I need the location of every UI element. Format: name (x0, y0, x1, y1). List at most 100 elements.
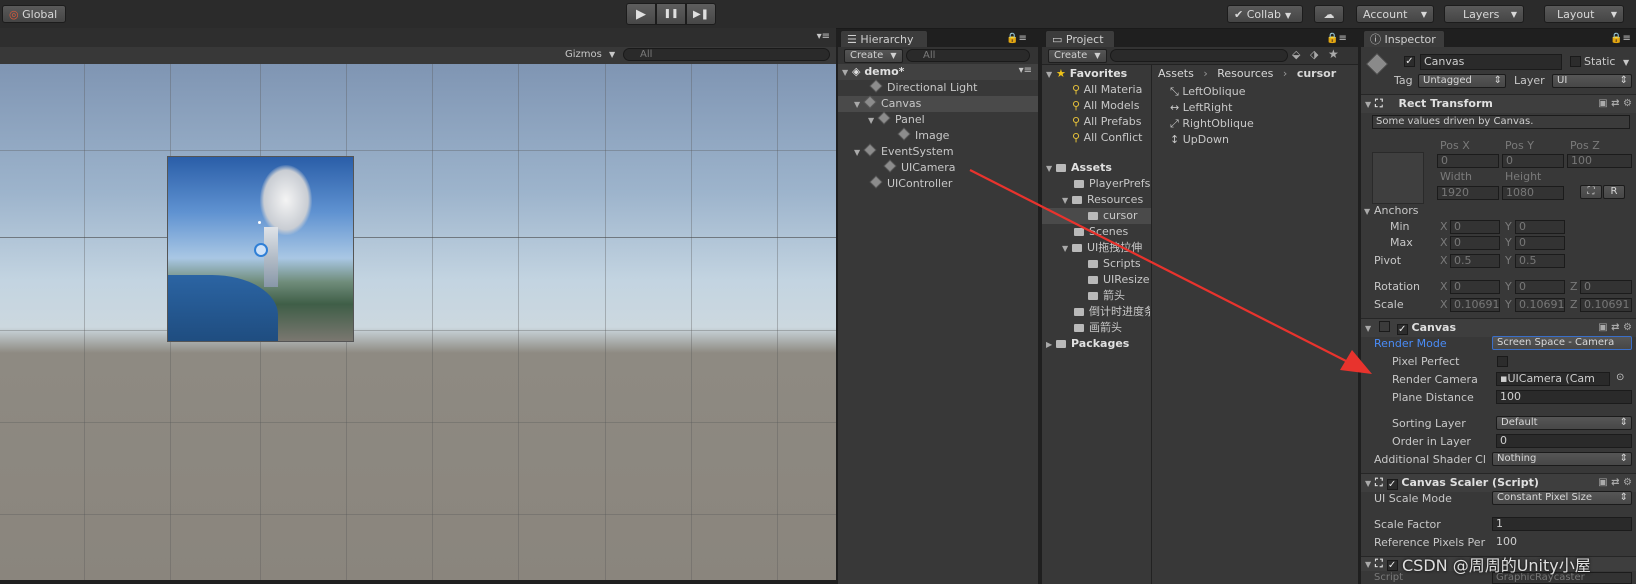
project-create-button[interactable]: Create ▼ (1048, 49, 1107, 63)
breadcrumb-resources[interactable]: Resources (1217, 67, 1273, 80)
layout-dropdown[interactable]: Layout ▼ (1544, 5, 1624, 23)
layer-dropdown[interactable]: UI ⇕ (1552, 74, 1632, 88)
favorite-item[interactable]: ⚲ All Models (1072, 98, 1139, 114)
scene-header-row[interactable]: ▼ ◈ demo* ▾≡ (838, 64, 1038, 80)
scale-factor-field[interactable]: 1 (1492, 517, 1632, 531)
ref-pixels-label: Reference Pixels Per (1374, 536, 1486, 549)
favorite-item[interactable]: ⚲ All Conflict (1072, 130, 1150, 146)
plane-distance-field[interactable]: 100 (1496, 390, 1632, 404)
favorite-item[interactable]: ⚲ All Materia (1072, 82, 1142, 98)
shader-channels-dropdown[interactable]: Nothing ⇕ (1492, 452, 1632, 466)
pixel-perfect-checkbox[interactable] (1497, 356, 1508, 367)
folder-item-draw-arrow[interactable]: 画箭头 (1074, 320, 1122, 336)
render-mode-dropdown[interactable]: Screen Space - Camera (1492, 336, 1632, 350)
filter-type-icon[interactable]: ⬙ (1292, 48, 1300, 61)
account-dropdown[interactable]: Account ▼ (1356, 5, 1434, 23)
object-name-input[interactable]: Canvas (1420, 54, 1562, 70)
canvas-enabled-checkbox[interactable]: ✓ (1396, 324, 1408, 335)
hierarchy-item-uicontroller[interactable]: UIController (869, 175, 952, 192)
canvas-scaler-enabled-checkbox[interactable]: ✓ (1386, 479, 1398, 490)
pause-button[interactable]: ❚❚ (656, 3, 686, 25)
label-filter-icon[interactable]: ⬗ (1310, 48, 1318, 61)
search-icon: ⚲ (1072, 99, 1081, 112)
file-item-rightoblique[interactable]: ⤢ RightOblique (1170, 116, 1254, 132)
ui-scale-mode-dropdown[interactable]: Constant Pixel Size ⇕ (1492, 491, 1632, 505)
pixel-perfect-label: Pixel Perfect (1392, 355, 1460, 368)
file-item-updown[interactable]: ↕ UpDown (1170, 132, 1229, 148)
tab-project[interactable]: ▭ Project (1045, 30, 1115, 48)
collab-dropdown[interactable]: ✔ Collab ▼ (1227, 5, 1303, 23)
scene-menu-icon[interactable]: ▾≡ (1019, 65, 1032, 76)
main-toolbar: ◎ Global ▶ ❚❚ ▶❚ ✔ Collab ▼ ☁ Account ▼ La… (0, 0, 1636, 29)
graphic-raycaster-enabled-checkbox[interactable]: ✓ (1386, 560, 1398, 571)
hierarchy-item-canvas[interactable]: ▼ Canvas (838, 95, 1038, 112)
axis-z-label: Z (1570, 298, 1578, 311)
tab-hierarchy[interactable]: ☰ Hierarchy (840, 30, 928, 48)
static-checkbox[interactable] (1570, 56, 1581, 67)
scene-search-input[interactable]: All (623, 48, 830, 61)
hierarchy-item-panel[interactable]: ▼ Panel (868, 111, 925, 128)
anchors-label[interactable]: ▼ Anchors (1364, 204, 1419, 217)
canvas-component-header[interactable]: ▼ ✓ Canvas ▣ ⇄ ⚙ (1361, 318, 1636, 337)
pivot-handle[interactable] (254, 243, 268, 257)
hierarchy-search-input[interactable]: All (906, 49, 1030, 62)
folder-item-countdown[interactable]: 倒计时进度条 (1074, 304, 1150, 320)
folder-icon (1088, 212, 1098, 220)
pivot-global-toggle[interactable]: ◎ Global (2, 5, 66, 23)
component-settings-icon[interactable]: ▣ ⇄ ⚙ (1598, 474, 1632, 492)
rect-transform-header[interactable]: ▼ ⛶ Rect Transform ▣ ⇄ ⚙ (1361, 94, 1636, 113)
lock-icon[interactable]: 🔒≡ (1006, 33, 1027, 44)
width-field: 1920 (1437, 186, 1499, 200)
hierarchy-item-uicamera[interactable]: UICamera (883, 159, 955, 176)
packages-header[interactable]: ▶ Packages (1046, 336, 1129, 352)
anchor-presets-button[interactable] (1372, 152, 1424, 204)
folder-item-playerprefs[interactable]: PlayerPrefs (1074, 176, 1150, 192)
raw-edit-button[interactable]: R (1603, 185, 1625, 199)
hierarchy-item-image[interactable]: Image (897, 127, 949, 144)
cloud-button[interactable]: ☁ (1314, 5, 1344, 23)
object-picker-icon[interactable]: ⊙ (1616, 372, 1624, 383)
folder-item-arrow[interactable]: 箭头 (1088, 288, 1125, 304)
render-camera-field[interactable]: ▪UICamera (Cam (1496, 372, 1610, 386)
breadcrumb-cursor[interactable]: cursor (1297, 67, 1336, 80)
favorites-header[interactable]: ▼ ★ Favorites (1046, 66, 1127, 82)
panel-menu-icon[interactable]: ▾≡ (817, 31, 830, 42)
active-checkbox[interactable]: ✓ (1404, 56, 1415, 67)
tag-dropdown[interactable]: Untagged ⇕ (1418, 74, 1506, 88)
blueprint-mode-button[interactable]: ⛶ (1580, 185, 1602, 199)
folder-item-scenes[interactable]: Scenes (1074, 224, 1128, 240)
hierarchy-create-button[interactable]: Create ▼ (844, 49, 903, 63)
tab-inspector[interactable]: ⓘ Inspector (1363, 30, 1445, 48)
order-in-layer-field[interactable]: 0 (1496, 434, 1632, 448)
folder-item-uiresize[interactable]: UIResize (1088, 272, 1150, 288)
hierarchy-item-directional-light[interactable]: Directional Light (869, 79, 977, 96)
lock-icon[interactable]: 🔒≡ (1610, 33, 1631, 44)
script-label: Script (1374, 572, 1404, 583)
folder-item-resources[interactable]: ▼ Resources (1062, 192, 1150, 208)
component-settings-icon[interactable]: ▣ ⇄ ⚙ (1598, 319, 1632, 337)
breadcrumb-assets[interactable]: Assets (1158, 67, 1194, 80)
project-search-input[interactable] (1110, 49, 1288, 62)
canvas-scaler-header[interactable]: ▼ ⛶ ✓ Canvas Scaler (Script) ▣ ⇄ ⚙ (1361, 473, 1636, 492)
gizmos-dropdown[interactable]: Gizmos ▼ (565, 48, 615, 62)
rotation-z-field: 0 (1580, 280, 1632, 294)
sorting-layer-dropdown[interactable]: Default ⇕ (1496, 416, 1632, 430)
file-item-leftoblique[interactable]: ⤡ LeftOblique (1170, 84, 1245, 100)
assets-header[interactable]: ▼ Assets (1046, 160, 1112, 176)
ui-image-object[interactable] (167, 156, 354, 342)
component-settings-icon[interactable]: ▣ ⇄ ⚙ (1598, 95, 1632, 113)
step-button[interactable]: ▶❚ (686, 3, 716, 25)
scene-viewport[interactable] (0, 64, 836, 580)
file-item-leftright[interactable]: ↔ LeftRight (1170, 100, 1232, 116)
hierarchy-item-eventsystem[interactable]: ▼ EventSystem (854, 143, 954, 160)
ref-pixels-field[interactable]: 100 (1492, 535, 1632, 549)
favorite-item[interactable]: ⚲ All Prefabs (1072, 114, 1142, 130)
folder-item-ui-drag[interactable]: ▼ UI拖拽拉伸 (1062, 240, 1150, 256)
layers-dropdown[interactable]: Layers ▼ (1444, 5, 1524, 23)
folder-icon (1088, 292, 1098, 300)
folder-item-scripts[interactable]: Scripts (1088, 256, 1141, 272)
lock-icon[interactable]: 🔒≡ (1326, 33, 1347, 44)
play-button[interactable]: ▶ (626, 3, 656, 25)
star-filter-icon[interactable]: ★ (1328, 47, 1339, 61)
folder-item-cursor[interactable]: cursor (1042, 208, 1151, 224)
